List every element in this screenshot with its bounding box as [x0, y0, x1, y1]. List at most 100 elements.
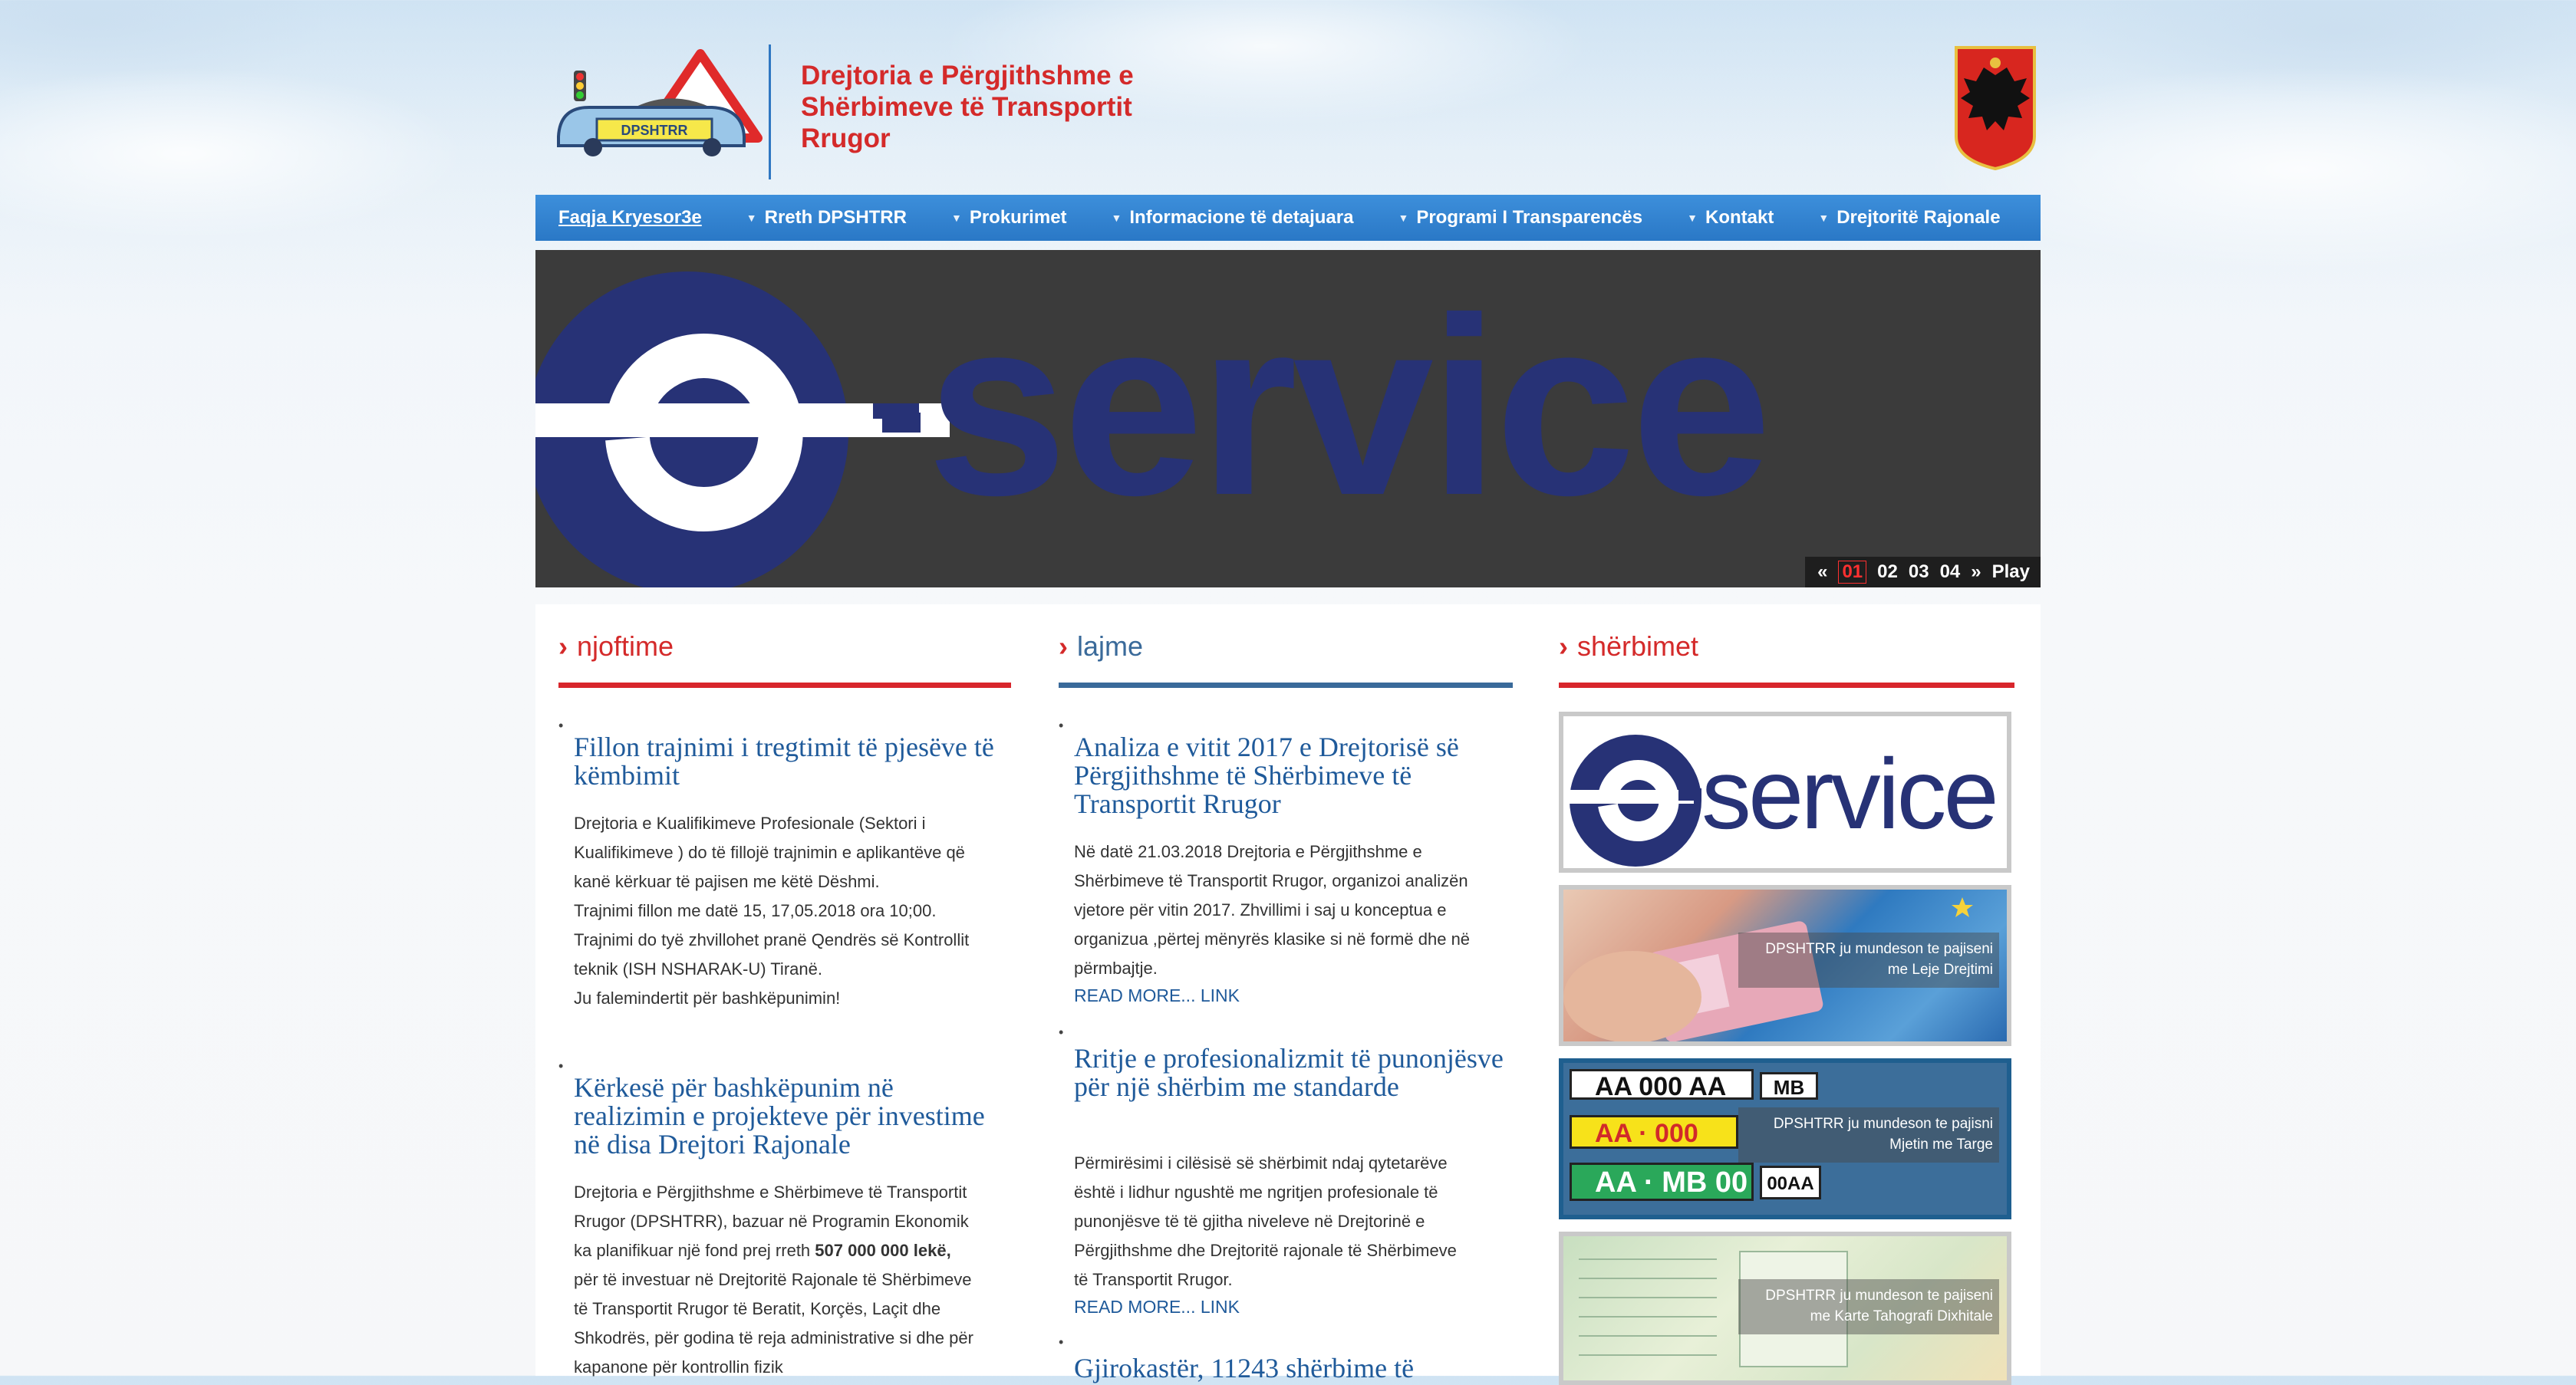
dropdown-arrow-icon: ▼	[1111, 212, 1122, 224]
hero-slider[interactable]: service « 01 02 03 04 » Play	[535, 250, 2041, 587]
slide-1-button[interactable]: 01	[1838, 561, 1867, 584]
org-name-line3: Rrugor	[801, 123, 891, 153]
news-1-line: vjetore për vitin 2017. Zhvillimi i saj …	[1074, 900, 1447, 919]
caption-line: me Leje Drejtimi	[1887, 962, 1993, 978]
nav-about[interactable]: ▼ Rreth DPSHTRR	[746, 195, 907, 241]
notice-2-line-text: ka planifikuar një fond prej rreth	[574, 1241, 811, 1260]
news-1-read-more-link[interactable]: READ MORE... LINK	[1074, 985, 1240, 1006]
slide-4-button[interactable]: 04	[1940, 561, 1961, 583]
plate-text: MB	[1773, 1076, 1805, 1099]
notice-2-line: për të investuar në Drejtoritë Rajonale …	[574, 1270, 972, 1289]
notice-1-line: Trajnimi do tyë zhvillohet pranë Qendrës…	[574, 930, 970, 949]
nav-transparency[interactable]: ▼ Programi I Transparencës	[1398, 195, 1642, 241]
notice-2-line: të Transportit Rrugor të Beratit, Korçës…	[574, 1299, 941, 1318]
license-plates-card[interactable]: AA 000 AA MB AA · 000 AA · MB 00 00AA DP…	[1559, 1058, 2011, 1219]
news-2-title[interactable]: Rritje e profesionalizmit të punonjësve …	[1074, 1045, 1511, 1101]
notice-2-title[interactable]: Kërkesë për bashkëpunim në realizimin e …	[574, 1074, 1011, 1159]
notice-1-line: kanë kërkuar të pajisen me këtë Dëshmi.	[574, 872, 880, 891]
caption-line: me Karte Tahografi Dixhitale	[1810, 1308, 1993, 1324]
nav-contact[interactable]: ▼ Kontakt	[1687, 195, 1774, 241]
caption-line: Mjetin me Targe	[1889, 1137, 1993, 1153]
news-2-line: Përgjithshme dhe Drejtoritë rajonale të …	[1074, 1241, 1457, 1260]
eservice-text: service	[1701, 738, 1996, 850]
tachograph-card[interactable]: DPSHTRR ju mundeson te pajiseni me Karte…	[1559, 1232, 2011, 1385]
plate-text: AA · 000	[1595, 1119, 1698, 1148]
dropdown-arrow-icon: ▼	[746, 212, 757, 224]
bullet: •	[558, 718, 564, 733]
dpshtrr-logo[interactable]: DPSHTRR	[551, 46, 773, 161]
slider-prev-button[interactable]: «	[1817, 561, 1827, 583]
bullet: •	[1059, 1025, 1064, 1040]
notice-1-title[interactable]: Fillon trajnimi i tregtimit të pjesëve t…	[574, 733, 1011, 790]
news-2-body: Përmirësimi i cilësisë së shërbimit ndaj…	[1074, 1149, 1519, 1295]
notice-1-body: Drejtoria e Kualifikimeve Profesionale (…	[574, 809, 1019, 1013]
org-name[interactable]: Drejtoria e Përgjithshme e Shërbimeve të…	[801, 60, 1261, 154]
slider-play-button[interactable]: Play	[1992, 561, 2030, 583]
tachograph-card-caption: DPSHTRR ju mundeson te pajiseni me Karte…	[1738, 1279, 1999, 1334]
nav-home-label: Faqja Kryesor3e	[558, 207, 702, 228]
slide-3-button[interactable]: 03	[1909, 561, 1929, 583]
chevron-right-icon: ›	[1559, 630, 1568, 662]
news-rule	[1059, 683, 1513, 688]
slider-controls: « 01 02 03 04 » Play	[1805, 557, 2041, 587]
plate-4: AA · MB 00	[1570, 1163, 1754, 1201]
notice-1-line: Drejtoria e Kualifikimeve Profesionale (…	[574, 814, 926, 833]
notices-title: njoftime	[577, 630, 674, 662]
services-header: › shërbimet	[1559, 630, 1698, 663]
nav-regional-label: Drejtoritë Rajonale	[1836, 207, 2001, 228]
news-1-title[interactable]: Analiza e vitit 2017 e Drejtorisë së Për…	[1074, 733, 1511, 818]
nav-regional[interactable]: ▼ Drejtoritë Rajonale	[1818, 195, 2000, 241]
nav-procurement[interactable]: ▼ Prokurimet	[951, 195, 1067, 241]
nav-procurement-label: Prokurimet	[969, 207, 1067, 228]
news-header: › lajme	[1059, 630, 1143, 663]
news-1-line: Shërbimeve të Transportit Rrugor, organi…	[1074, 871, 1468, 890]
plate-text: 00AA	[1767, 1173, 1814, 1194]
news-2-line: Përmirësimi i cilësisë së shërbimit ndaj…	[1074, 1153, 1448, 1173]
caption-line: DPSHTRR ju mundeson te pajisni	[1773, 1116, 1993, 1132]
header-divider	[769, 44, 771, 179]
notice-2-line: Drejtoria e Përgjithshme e Shërbimeve të…	[574, 1183, 967, 1202]
news-2-line: është i lidhur ngushtë me ngritjen profe…	[1074, 1183, 1438, 1202]
notice-1-line: teknik (ISH NSHARAK-U) Tiranë.	[574, 959, 822, 979]
chevron-right-icon: ›	[1059, 630, 1068, 662]
license-card-caption: DPSHTRR ju mundeson te pajiseni me Leje …	[1738, 933, 1999, 988]
news-1-body: Në datë 21.03.2018 Drejtoria e Përgjiths…	[1074, 837, 1519, 983]
nav-transparency-label: Programi I Transparencës	[1416, 207, 1643, 228]
albania-coat-of-arms-icon	[1955, 46, 2036, 171]
news-2-read-more-link[interactable]: READ MORE... LINK	[1074, 1297, 1240, 1318]
news-2-line: të Transportit Rrugor.	[1074, 1270, 1233, 1289]
slide-2-button[interactable]: 02	[1877, 561, 1898, 583]
org-name-line1: Drejtoria e Përgjithshme e	[801, 61, 1134, 90]
notice-2-line: ka planifikuar një fond prej rreth 507 0…	[574, 1236, 1019, 1265]
slider-next-button[interactable]: »	[1971, 561, 1981, 583]
news-2-line: punonjësve të të gjitha niveleve në Drej…	[1074, 1212, 1425, 1231]
news-3-title[interactable]: Gjirokastër, 11243 shërbime të	[1074, 1354, 1511, 1383]
dropdown-arrow-icon: ▼	[1687, 212, 1698, 224]
notice-2-line: Shkodrës, për godina të reja administrat…	[574, 1328, 973, 1347]
bullet: •	[1059, 718, 1064, 733]
plates-card-caption: DPSHTRR ju mundeson te pajisni Mjetin me…	[1738, 1107, 1999, 1163]
banner-text: service	[927, 265, 1767, 548]
driving-license-card[interactable]: DPSHTRR ju mundeson te pajiseni me Leje …	[1559, 885, 2011, 1046]
plate-text: AA · MB 00	[1595, 1166, 1748, 1199]
nav-about-label: Rreth DPSHTRR	[764, 207, 907, 228]
plate-text: AA 000 AA	[1595, 1072, 1727, 1101]
services-title: shërbimet	[1577, 630, 1699, 662]
plate-2: MB	[1760, 1072, 1818, 1100]
org-name-line2: Shërbimeve të Transportit	[801, 92, 1132, 122]
content-area: › njoftime • Fillon trajnimi i tregtimit…	[535, 604, 2041, 1385]
notice-1-line: Trajnimi fillon me datë 15, 17,05.2018 o…	[574, 901, 937, 920]
plate-3: AA · 000	[1570, 1115, 1738, 1149]
eservice-card[interactable]: service	[1559, 712, 2011, 873]
notice-2-amount: 507 000 000 lekë,	[815, 1241, 951, 1260]
chevron-right-icon: ›	[558, 630, 568, 662]
bullet: •	[1059, 1334, 1064, 1350]
news-1-line: organizua ,përtej mënyrës klasike si në …	[1074, 929, 1471, 949]
nav-details[interactable]: ▼ Informacione të detajuara	[1112, 195, 1354, 241]
eservice-logo: service	[1563, 735, 1999, 867]
nav-home[interactable]: Faqja Kryesor3e	[558, 195, 702, 241]
news-1-line: përmbajtje.	[1074, 959, 1158, 978]
notices-header: › njoftime	[558, 630, 674, 663]
page-container: DPSHTRR Drejtoria e Përgjithshme e Shërb…	[535, 0, 2041, 1385]
main-nav: Faqja Kryesor3e ▼ Rreth DPSHTRR ▼ Prokur…	[535, 195, 2041, 241]
